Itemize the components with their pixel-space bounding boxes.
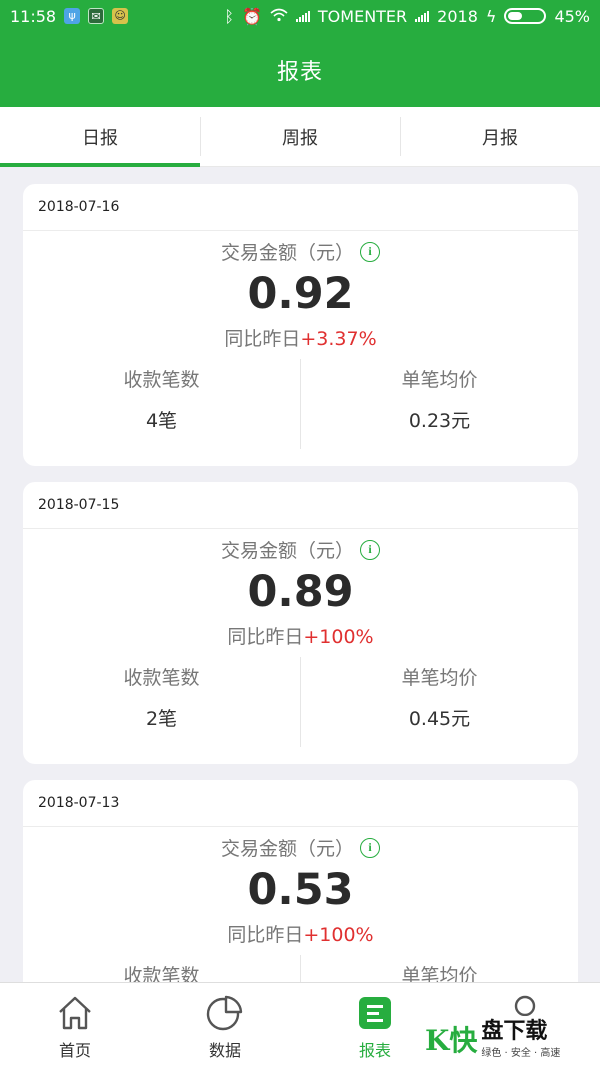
report-tabs: 日报 周报 月报	[0, 107, 600, 167]
battery-level: 45%	[554, 6, 590, 26]
avg-value: 0.23元	[408, 410, 471, 432]
nav-home[interactable]: 首页	[0, 983, 150, 1067]
count-label: 收款笔数	[123, 965, 200, 982]
report-date: 2018-07-16	[23, 184, 578, 231]
amount-label: 交易金额（元）	[220, 242, 354, 264]
report-card[interactable]: 2018-07-13 交易金额（元） i 0.53 同比昨日+100% 收款笔数…	[23, 780, 578, 982]
compare-row: 同比昨日+3.37%	[23, 324, 578, 351]
mail-icon: ✉	[88, 8, 105, 24]
avg-value: 0.45元	[408, 708, 471, 730]
avg-stat: 单笔均价	[300, 955, 578, 982]
battery-icon	[504, 8, 547, 24]
status-bar: 11:58 ψ ✉ ☺ ᛒ ⏰ TOMENTER 2018 ϟ 45%	[0, 0, 600, 32]
avg-stat: 单笔均价 0.45元	[300, 657, 578, 747]
amount-value: 0.53	[247, 865, 354, 915]
info-icon[interactable]: i	[360, 539, 380, 560]
count-stat: 收款笔数	[23, 955, 300, 982]
tab-monthly[interactable]: 月报	[400, 107, 600, 166]
watermark-logo: K快 盘下载 绿色 · 安全 · 高速	[425, 1016, 600, 1062]
report-card[interactable]: 2018-07-15 交易金额（元） i 0.89 同比昨日+100% 收款笔数…	[23, 482, 578, 764]
report-date: 2018-07-13	[23, 780, 578, 827]
stats-row: 收款笔数 2笔 单笔均价 0.45元	[23, 657, 578, 747]
bluetooth-icon: ᛒ	[224, 6, 234, 26]
info-icon[interactable]: i	[360, 837, 380, 858]
home-icon	[55, 993, 95, 1033]
charging-icon: ϟ	[485, 6, 497, 26]
compare-value: +100%	[303, 924, 374, 946]
avg-label: 单笔均价	[401, 667, 478, 689]
info-icon[interactable]: i	[360, 241, 380, 262]
amount-value: 0.92	[247, 269, 354, 319]
amount-label-row: 交易金额（元） i	[23, 834, 578, 861]
compare-row: 同比昨日+100%	[23, 920, 578, 947]
status-bar-left: 11:58 ψ ✉ ☺	[10, 6, 129, 26]
count-value: 2笔	[145, 708, 178, 730]
watermark-text: 盘下载 绿色 · 安全 · 高速	[481, 1018, 561, 1059]
stats-row: 收款笔数 单笔均价	[23, 955, 578, 982]
alarm-icon: ⏰	[241, 6, 262, 26]
nav-data[interactable]: 数据	[150, 983, 300, 1067]
pie-chart-icon	[205, 993, 245, 1033]
avg-label: 单笔均价	[401, 965, 478, 982]
report-card[interactable]: 2018-07-16 交易金额（元） i 0.92 同比昨日+3.37% 收款笔…	[23, 184, 578, 466]
tab-daily[interactable]: 日报	[0, 107, 200, 166]
wifi-icon	[270, 7, 288, 26]
amount-value: 0.89	[247, 567, 354, 617]
amount-label: 交易金额（元）	[220, 540, 354, 562]
signal-icon-2	[415, 10, 430, 22]
app-header: 11:58 ψ ✉ ☺ ᛒ ⏰ TOMENTER 2018 ϟ 45% 报表	[0, 0, 600, 107]
report-list[interactable]: 2018-07-16 交易金额（元） i 0.92 同比昨日+3.37% 收款笔…	[0, 167, 600, 982]
amount-label-row: 交易金额（元） i	[23, 536, 578, 563]
usb-icon: ψ	[64, 8, 81, 24]
count-stat: 收款笔数 4笔	[23, 359, 300, 449]
status-time: 11:58	[10, 6, 57, 26]
amount-label-row: 交易金额（元） i	[23, 238, 578, 265]
status-bar-right: ᛒ ⏰ TOMENTER 2018 ϟ 45%	[224, 7, 590, 26]
compare-label: 同比昨日	[227, 626, 304, 648]
tab-weekly[interactable]: 周报	[200, 107, 400, 166]
count-value: 4笔	[145, 410, 178, 432]
nav-reports-label: 报表	[358, 1041, 391, 1060]
report-icon	[355, 993, 395, 1033]
avg-stat: 单笔均价 0.23元	[300, 359, 578, 449]
report-date: 2018-07-15	[23, 482, 578, 529]
compare-row: 同比昨日+100%	[23, 622, 578, 649]
count-label: 收款笔数	[123, 667, 200, 689]
watermark-title: 盘下载	[481, 1018, 548, 1044]
carrier-name-2: 2018	[437, 6, 478, 26]
nav-data-label: 数据	[208, 1041, 241, 1060]
count-stat: 收款笔数 2笔	[23, 657, 300, 747]
compare-value: +3.37%	[300, 328, 377, 350]
compare-value: +100%	[303, 626, 374, 648]
android-icon: ☺	[112, 8, 129, 24]
stats-row: 收款笔数 4笔 单笔均价 0.23元	[23, 359, 578, 449]
avg-label: 单笔均价	[401, 369, 478, 391]
signal-icon	[295, 10, 310, 22]
amount-label: 交易金额（元）	[220, 838, 354, 860]
compare-label: 同比昨日	[224, 328, 301, 350]
nav-home-label: 首页	[58, 1041, 91, 1060]
page-title: 报表	[276, 59, 323, 85]
watermark-subtitle: 绿色 · 安全 · 高速	[481, 1047, 561, 1059]
compare-label: 同比昨日	[227, 924, 304, 946]
carrier-name: TOMENTER	[317, 6, 408, 26]
watermark-mark: K快	[425, 1024, 478, 1057]
count-label: 收款笔数	[123, 369, 200, 391]
